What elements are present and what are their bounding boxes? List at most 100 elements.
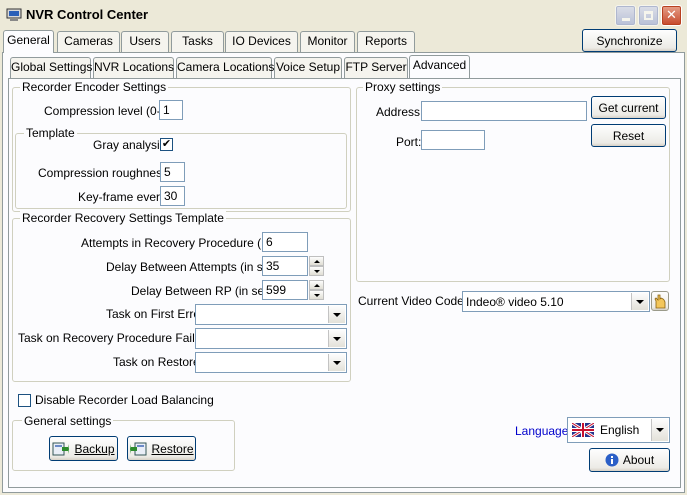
attempts-label: Attempts in Recovery Procedure (RP) (81, 236, 282, 250)
tab-label: Camera Locations (177, 60, 275, 74)
keyframe-every-input[interactable]: 30 (160, 186, 185, 206)
task-first-error-select[interactable] (195, 304, 347, 325)
tab-cameras[interactable]: Cameras (57, 31, 120, 52)
get-current-label: Get current (598, 100, 659, 115)
codec-label: Current Video Codec: (358, 294, 474, 308)
tab-tasks[interactable]: Tasks (171, 31, 224, 52)
checkmark-icon: ✔ (161, 138, 172, 150)
tab-users[interactable]: Users (121, 31, 169, 52)
synchronize-label: Synchronize (596, 33, 663, 48)
disable-load-balancing-checkbox[interactable] (18, 394, 31, 407)
computer-icon (6, 8, 22, 22)
spin-down-icon[interactable] (309, 266, 324, 276)
recovery-group-title: Recorder Recovery Settings Template (20, 211, 226, 225)
about-label: About (622, 453, 655, 467)
spin-up-icon[interactable] (309, 280, 324, 290)
uk-flag-icon (572, 423, 594, 437)
compression-label: Compression level (0-9): (44, 104, 175, 118)
tab-label: Cameras (64, 34, 113, 48)
spin-up-icon[interactable] (309, 256, 324, 266)
delay-rp-label: Delay Between RP (in sec) (131, 284, 275, 298)
chevron-down-icon[interactable] (328, 354, 345, 371)
template-group-title: Template (24, 126, 77, 140)
tab-label: Monitor (307, 34, 348, 48)
close-icon: ✕ (666, 8, 677, 23)
tab-monitor[interactable]: Monitor (300, 31, 355, 52)
window-title: NVR Control Center (26, 7, 149, 22)
delay-rp-spinner[interactable] (309, 280, 324, 300)
language-label: Language: (515, 424, 572, 438)
select-value: Indeo® video 5.10 (466, 295, 564, 309)
subtab-voice-setup[interactable]: Voice Setup (274, 57, 342, 78)
tab-reports[interactable]: Reports (357, 31, 415, 52)
tab-label: Global Settings (11, 60, 93, 74)
tab-label: Tasks (182, 34, 213, 48)
restore-button[interactable]: Restore (127, 436, 196, 461)
subtab-camera-locations[interactable]: Camera Locations (176, 57, 275, 78)
compression-level-input[interactable]: 1 (159, 100, 183, 120)
task-failure-label: Task on Recovery Procedure Failure (18, 331, 213, 345)
select-value: English (600, 423, 640, 437)
tab-label: Voice Setup (275, 60, 341, 74)
minimize-button[interactable] (615, 5, 636, 26)
address-label: Address: (376, 105, 424, 119)
reset-label: Reset (612, 128, 645, 143)
maximize-icon (644, 11, 653, 20)
roughness-label: Compression roughness: (38, 166, 172, 180)
minimize-icon (621, 17, 630, 21)
port-label: Port: (396, 135, 422, 149)
backup-icon (52, 442, 70, 455)
keyframe-label: Key-frame every (78, 190, 167, 204)
about-button[interactable]: About (589, 448, 670, 472)
gray-analysis-label: Gray analysis (93, 138, 166, 152)
task-restore-label: Task on Restore (113, 355, 200, 369)
restore-label: Restore (151, 441, 194, 456)
tab-label: Advanced (412, 58, 467, 72)
subtab-nvr-locations[interactable]: NVR Locations (93, 57, 174, 78)
delay-rp-input[interactable]: 599 (262, 280, 308, 300)
subtab-advanced[interactable]: Advanced (409, 55, 470, 78)
codec-config-button[interactable] (651, 291, 669, 311)
hand-config-icon (654, 294, 666, 309)
tab-label: Users (129, 34, 161, 48)
close-button[interactable]: ✕ (661, 5, 682, 26)
disable-load-balancing-label: Disable Recorder Load Balancing (35, 393, 214, 407)
proxy-address-input[interactable] (421, 101, 587, 121)
chevron-down-icon[interactable] (631, 293, 648, 310)
tab-io-devices[interactable]: IO Devices (225, 31, 298, 52)
tab-general[interactable]: General (3, 30, 54, 53)
reset-button[interactable]: Reset (591, 124, 666, 147)
language-select[interactable]: English (567, 417, 670, 443)
maximize-button[interactable] (638, 5, 659, 26)
compression-roughness-input[interactable]: 5 (160, 162, 185, 182)
delay-attempts-label: Delay Between Attempts (in sec) (106, 260, 280, 274)
subtab-global-settings[interactable]: Global Settings (10, 57, 93, 78)
tab-label: Reports (364, 34, 408, 48)
chevron-down-icon[interactable] (328, 330, 345, 347)
info-icon (605, 453, 619, 467)
task-first-error-label: Task on First Error (106, 307, 205, 321)
gray-analysis-checkbox[interactable]: ✔ (160, 138, 173, 151)
delay-attempts-input[interactable]: 35 (262, 256, 308, 276)
backup-label: Backup (74, 441, 115, 456)
chevron-down-icon[interactable] (328, 306, 345, 323)
backup-button[interactable]: Backup (49, 436, 118, 461)
attempts-input[interactable]: 6 (262, 232, 308, 252)
proxy-port-input[interactable] (421, 130, 485, 150)
general-settings-title: General settings (22, 414, 114, 428)
chevron-down-icon[interactable] (651, 419, 668, 441)
tab-label: General (7, 33, 50, 47)
task-restore-select[interactable] (195, 352, 347, 373)
subtab-ftp-server[interactable]: FTP Server (344, 57, 408, 78)
delay-attempts-spinner[interactable] (309, 256, 324, 276)
get-current-button[interactable]: Get current (591, 96, 666, 119)
spin-down-icon[interactable] (309, 290, 324, 300)
task-failure-select[interactable] (195, 328, 347, 349)
restore-icon (130, 442, 147, 455)
tab-label: NVR Locations (94, 60, 175, 74)
video-codec-select[interactable]: Indeo® video 5.10 (462, 291, 650, 312)
tab-label: IO Devices (232, 34, 291, 48)
encoder-group-title: Recorder Encoder Settings (20, 80, 169, 94)
synchronize-button[interactable]: Synchronize (582, 29, 677, 52)
tab-label: FTP Server (345, 60, 407, 74)
